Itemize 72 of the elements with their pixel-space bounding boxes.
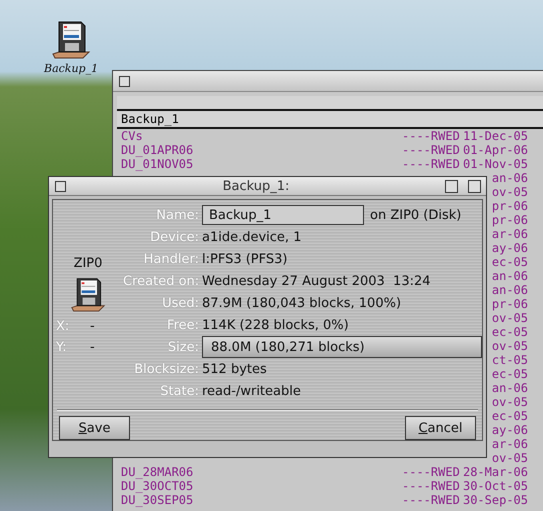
info-value: 512 bytes bbox=[202, 362, 267, 377]
file-date: pr-06 bbox=[492, 213, 528, 227]
zoom-icon[interactable] bbox=[445, 180, 458, 193]
file-name[interactable]: DU_28MAR06 bbox=[121, 465, 402, 479]
name-field[interactable]: Backup_1 bbox=[202, 205, 364, 226]
info-label: Created on: bbox=[123, 274, 199, 289]
file-date: 28-Mar-06 bbox=[462, 465, 528, 479]
file-name[interactable]: DU_01NOV05 bbox=[121, 157, 402, 171]
info-label: Device: bbox=[149, 230, 199, 245]
dialog-button[interactable]: Cancel bbox=[405, 416, 476, 440]
file-date: an-06 bbox=[492, 269, 528, 283]
file-protection: ----RWED bbox=[402, 465, 461, 479]
file-date: 11-Dec-05 bbox=[462, 129, 528, 143]
info-label: Size: bbox=[166, 340, 199, 355]
info-value: 114K (228 blocks, 0%) bbox=[202, 318, 349, 333]
file-date: ec-05 bbox=[492, 409, 528, 423]
info-value: - bbox=[90, 319, 96, 334]
file-date: ct-05 bbox=[492, 353, 528, 367]
close-icon[interactable] bbox=[55, 180, 66, 192]
info-value: read-/writeable bbox=[202, 384, 301, 399]
file-protection: ----RWED bbox=[402, 479, 461, 493]
file-date: ar-06 bbox=[492, 437, 528, 451]
depth-icon[interactable] bbox=[468, 180, 481, 193]
file-date: pr-06 bbox=[492, 199, 528, 213]
file-date: pr-06 bbox=[492, 297, 528, 311]
window-title: Backup_1: bbox=[222, 178, 290, 194]
file-date: 30-Oct-05 bbox=[462, 479, 528, 493]
file-date: 30-Sep-05 bbox=[462, 493, 528, 507]
file-date: ov-05 bbox=[492, 339, 528, 353]
file-date: ec-05 bbox=[492, 367, 528, 381]
file-date: 01-Apr-06 bbox=[462, 143, 528, 157]
info-label: Used: bbox=[161, 296, 199, 311]
dialog-button[interactable]: Save bbox=[59, 416, 130, 440]
info-label: State: bbox=[159, 384, 199, 399]
info-label: Handler: bbox=[142, 252, 199, 267]
file-date: ov-05 bbox=[492, 311, 528, 325]
info-label: Y: bbox=[56, 340, 68, 356]
file-date: ov-05 bbox=[492, 185, 528, 199]
info-value: l:PFS3 (PFS3) bbox=[202, 252, 288, 267]
info-value: 87.9M (180,043 blocks, 100%) bbox=[202, 296, 402, 311]
file-date: an-06 bbox=[492, 171, 528, 185]
file-name[interactable]: DU_30OCT05 bbox=[121, 479, 402, 493]
info-value: Wednesday 27 August 2003 13:24 bbox=[202, 274, 431, 289]
file-protection: ----RWED bbox=[402, 157, 461, 171]
file-date: an-06 bbox=[492, 283, 528, 297]
file-name[interactable]: DU_30SEP05 bbox=[121, 493, 402, 507]
file-name[interactable]: CVs bbox=[121, 129, 402, 143]
file-date: ov-05 bbox=[492, 451, 528, 465]
file-date: ec-05 bbox=[492, 255, 528, 269]
file-protection: ----RWED bbox=[402, 493, 461, 507]
volume-location: on ZIP0 (Disk) bbox=[370, 208, 462, 223]
info-label: Blocksize: bbox=[133, 362, 199, 377]
file-date: an-06 bbox=[492, 381, 528, 395]
file-date: ov-05 bbox=[492, 395, 528, 409]
path-bar: Backup_1 bbox=[117, 111, 543, 129]
file-date: ec-05 bbox=[492, 325, 528, 339]
info-label: Name: bbox=[155, 208, 199, 223]
file-date: ay-06 bbox=[492, 423, 528, 437]
info-value: a1ide.device, 1 bbox=[202, 230, 302, 245]
info-value: - bbox=[90, 340, 96, 356]
file-date: ay-06 bbox=[492, 241, 528, 255]
file-protection: ----RWED bbox=[402, 129, 461, 143]
info-label: Free: bbox=[166, 318, 199, 333]
size-display: 88.0M (180,271 blocks) bbox=[202, 336, 482, 358]
info-label: X: bbox=[56, 319, 70, 334]
file-date: ar-06 bbox=[492, 227, 528, 241]
volume-name: ZIP0 bbox=[74, 256, 102, 272]
file-protection: ----RWED bbox=[402, 143, 461, 157]
file-date: 01-Nov-05 bbox=[462, 157, 528, 171]
file-name[interactable]: DU_01APR06 bbox=[121, 143, 402, 157]
close-icon[interactable] bbox=[119, 76, 130, 86]
icon-label[interactable]: Backup_1 bbox=[44, 62, 98, 75]
